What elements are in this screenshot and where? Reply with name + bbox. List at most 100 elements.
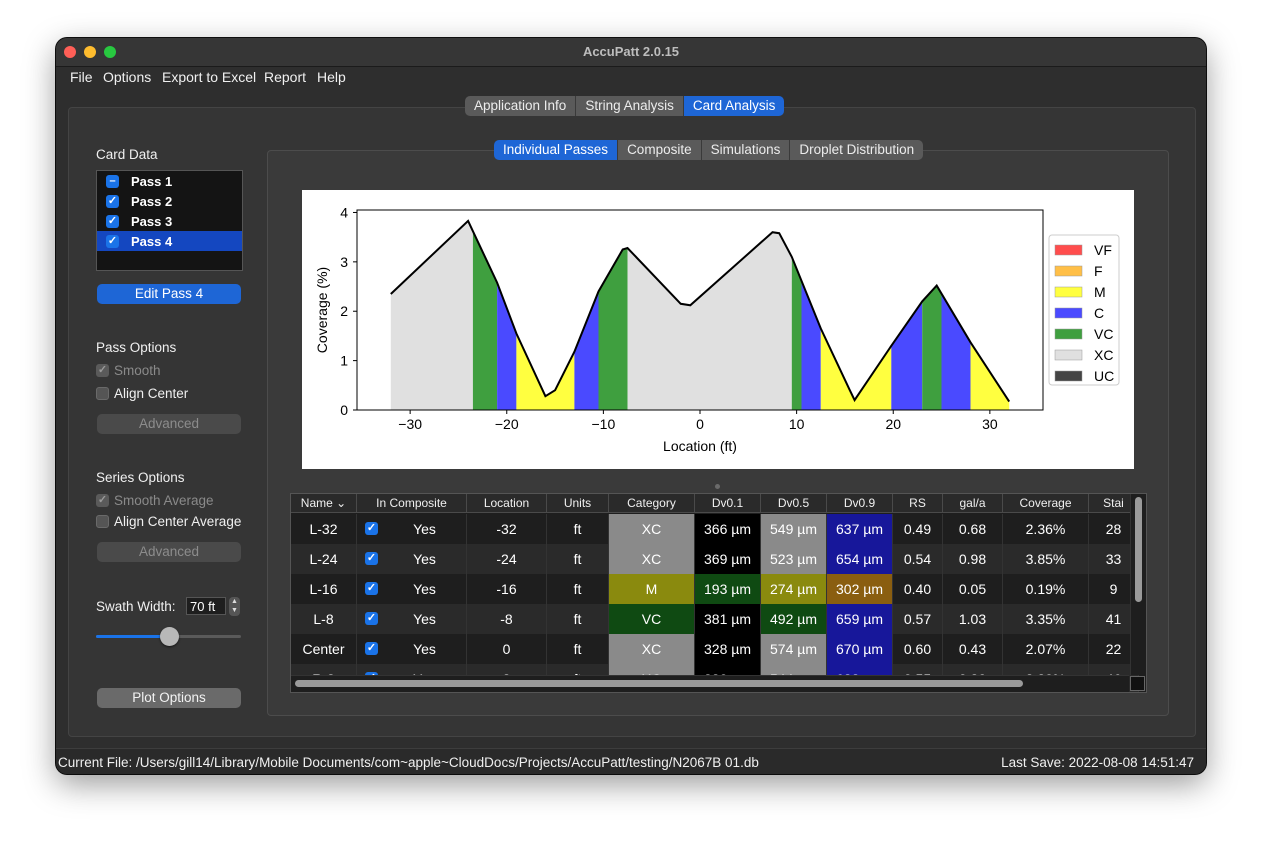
table-cell-category: XC <box>609 514 695 544</box>
in-composite-checkbox[interactable]: ✓ <box>365 582 378 595</box>
list-item-pass-4[interactable]: ✓ Pass 4 <box>97 231 242 251</box>
window-title: AccuPatt 2.0.15 <box>582 44 680 59</box>
column-header-5[interactable]: Dv0.1 <box>695 494 761 513</box>
table-cell-dv01: 381 µm <box>695 604 761 634</box>
column-header-7[interactable]: Dv0.9 <box>827 494 893 513</box>
sub-tab-bar: Individual Passes Composite Simulations … <box>494 140 924 160</box>
pass-advanced-button: Advanced <box>97 414 241 434</box>
y-tick-label-4: 4 <box>340 204 348 220</box>
tab-composite[interactable]: Composite <box>618 140 702 160</box>
table-cell-rs: 0.40 <box>893 574 943 604</box>
column-header-2[interactable]: Location <box>467 494 547 513</box>
vertical-scroll-thumb[interactable] <box>1135 497 1142 602</box>
x-tick-label-6: 30 <box>982 416 998 432</box>
table-cell-coverage: 2.36% <box>1003 514 1089 544</box>
pass-1-checkbox[interactable]: – <box>106 175 119 188</box>
droplet-table: Name ⌄ In Composite Location Units Category D… <box>290 493 1147 693</box>
list-item-pass-1[interactable]: – Pass 1 <box>97 171 242 191</box>
list-item-pass-3[interactable]: ✓ Pass 3 <box>97 211 242 231</box>
menu-report[interactable]: Report <box>264 69 306 85</box>
column-header-0[interactable]: Name ⌄ <box>291 494 357 513</box>
table-cell-dv01: 193 µm <box>695 574 761 604</box>
column-header-6[interactable]: Dv0.5 <box>761 494 827 513</box>
list-item-pass-2[interactable]: ✓ Pass 2 <box>97 191 242 211</box>
swath-slider-knob[interactable] <box>159 627 179 646</box>
smooth-label: Smooth <box>114 363 161 378</box>
align-center-average-checkbox[interactable] <box>96 515 109 528</box>
in-composite-checkbox[interactable]: ✓ <box>365 552 378 565</box>
chart-band-5 <box>598 248 628 410</box>
pass-4-checkbox[interactable]: ✓ <box>106 235 119 248</box>
table-cell-dv05: 274 µm <box>761 574 827 604</box>
tab-individual-passes[interactable]: Individual Passes <box>494 140 619 160</box>
column-header-10[interactable]: Coverage <box>1003 494 1089 513</box>
column-header-8[interactable]: RS <box>893 494 943 513</box>
table-cell-composite: ✓ Yes <box>357 634 467 664</box>
table-cell-dv05: 492 µm <box>761 604 827 634</box>
table-cell-dv09: 659 µm <box>827 604 893 634</box>
table-cell-location: -8 <box>467 604 547 634</box>
horizontal-scrollbar[interactable] <box>291 675 1129 692</box>
table-cell-dv09: 637 µm <box>827 514 893 544</box>
coverage-chart-area: −30 −20 −10 0 10 20 30 0 1 2 3 4 Location (ft) Covera… <box>302 190 1134 469</box>
smooth-average-checkbox: ✓ <box>96 494 109 507</box>
pass-2-checkbox[interactable]: ✓ <box>106 195 119 208</box>
table-cell-gala: 0.98 <box>943 544 1003 574</box>
column-header-1[interactable]: In Composite <box>357 494 467 513</box>
in-composite-checkbox[interactable]: ✓ <box>365 522 378 535</box>
tab-card-analysis[interactable]: Card Analysis <box>683 96 785 116</box>
legend-swatch-vc <box>1054 328 1083 340</box>
table-cell-rs: 0.60 <box>893 634 943 664</box>
table-cell-dv01: 366 µm <box>695 514 761 544</box>
menu-file[interactable]: File <box>70 69 93 85</box>
y-tick-label-1: 1 <box>340 353 348 369</box>
menu-options[interactable]: Options <box>103 69 151 85</box>
table-cell-location: -24 <box>467 544 547 574</box>
plot-options-button[interactable]: Plot Options <box>97 688 241 708</box>
column-header-9[interactable]: gal/a <box>943 494 1003 513</box>
swath-width-input[interactable]: 70 ft <box>186 597 226 615</box>
menu-help[interactable]: Help <box>317 69 346 85</box>
table-cell-location: -32 <box>467 514 547 544</box>
legend-swatch-vf <box>1054 244 1083 256</box>
column-header-4[interactable]: Category <box>609 494 695 513</box>
swath-width-stepper[interactable]: ▲ ▼ <box>229 597 240 616</box>
chart-band-4 <box>574 291 599 410</box>
table-cell-composite: ✓ Yes <box>357 514 467 544</box>
tab-string-analysis[interactable]: String Analysis <box>576 96 684 116</box>
table-cell-dv09: 302 µm <box>827 574 893 604</box>
pass-3-checkbox[interactable]: ✓ <box>106 215 119 228</box>
menu-export-excel[interactable]: Export to Excel <box>162 69 256 85</box>
horizontal-scroll-thumb[interactable] <box>295 680 1023 687</box>
table-cell-location: 0 <box>467 634 547 664</box>
column-header-3[interactable]: Units <box>547 494 609 513</box>
vertical-scrollbar[interactable] <box>1130 494 1146 675</box>
y-axis-label: Coverage (%) <box>314 267 330 353</box>
table-cell-coverage: 3.85% <box>1003 544 1089 574</box>
card-data-label: Card Data <box>96 147 158 162</box>
scroll-corner <box>1130 676 1145 691</box>
legend-label-uc: UC <box>1094 368 1114 384</box>
align-center-average-label: Align Center Average <box>114 514 242 529</box>
tab-simulations[interactable]: Simulations <box>701 140 791 160</box>
chart-band-0 <box>390 220 473 410</box>
pass-options-label: Pass Options <box>96 340 177 355</box>
legend-swatch-c <box>1054 307 1083 319</box>
align-center-checkbox[interactable] <box>96 387 109 400</box>
legend-label-f: F <box>1094 263 1103 279</box>
tab-application-info[interactable]: Application Info <box>465 96 577 116</box>
in-composite-text: Yes <box>413 641 436 657</box>
pass-list[interactable]: – Pass 1 ✓ Pass 2 ✓ Pass 3 ✓ Pass 4 <box>96 170 243 271</box>
tab-droplet-distribution[interactable]: Droplet Distribution <box>790 140 924 160</box>
splitter-handle[interactable] <box>715 484 720 489</box>
pass-4-label: Pass 4 <box>131 234 173 249</box>
edit-pass-button[interactable]: Edit Pass 4 <box>97 284 241 304</box>
chart-band-12 <box>941 293 971 410</box>
in-composite-checkbox[interactable]: ✓ <box>365 612 378 625</box>
in-composite-checkbox[interactable]: ✓ <box>365 642 378 655</box>
table-cell-name: L-8 <box>291 604 357 634</box>
table-cell-rs: 0.54 <box>893 544 943 574</box>
table-cell-gala: 0.05 <box>943 574 1003 604</box>
table-cell-category: XC <box>609 634 695 664</box>
table-cell-name: L-16 <box>291 574 357 604</box>
